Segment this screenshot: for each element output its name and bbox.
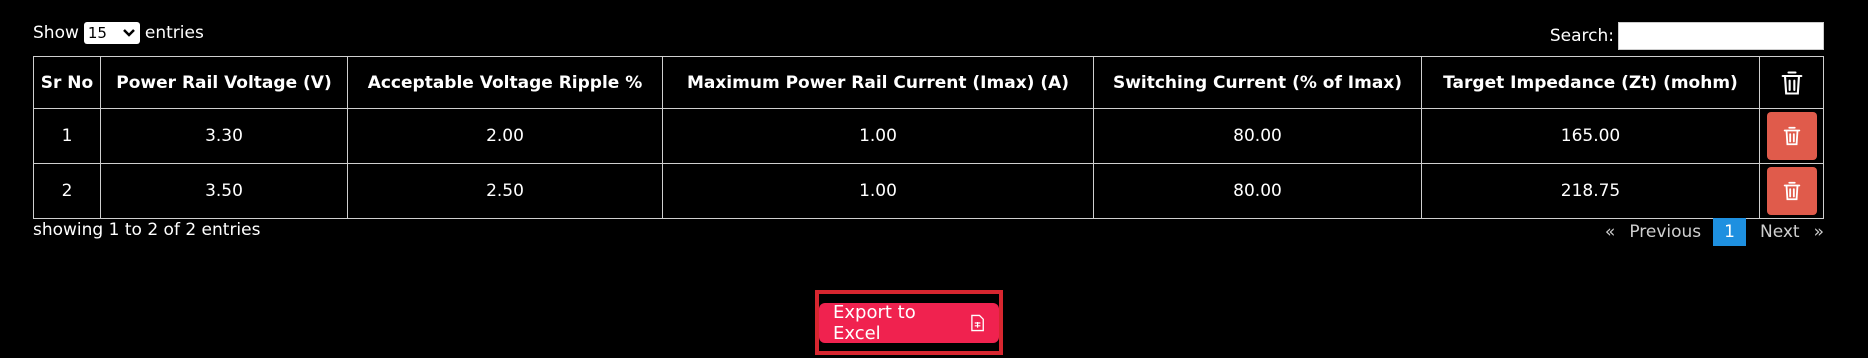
search-label: Search: [1549, 26, 1614, 46]
entries-select[interactable]: 15 [83, 22, 140, 44]
trash-icon[interactable] [1778, 69, 1806, 97]
export-label: Export to Excel [833, 301, 916, 344]
column-header[interactable]: Power Rail Voltage (V) [100, 56, 348, 109]
column-header[interactable]: Maximum Power Rail Current (Imax) (A) [662, 56, 1094, 109]
cell-ripple: 2.50 [347, 163, 663, 219]
table-row: 2 3.50 2.50 1.00 80.00 218.75 [33, 163, 1824, 219]
cell-switching-current: 80.00 [1093, 163, 1422, 219]
cell-actions [1759, 108, 1824, 164]
export-highlight-frame: Export to Excel [815, 290, 1003, 355]
cell-imax: 1.00 [662, 163, 1094, 219]
cell-sr-no: 2 [33, 163, 101, 219]
data-table: Sr No Power Rail Voltage (V) Acceptable … [33, 56, 1824, 219]
table-controls: Show 15 entries Search: [33, 20, 1824, 50]
column-header[interactable]: Sr No [33, 56, 101, 109]
page-1-link[interactable]: 1 [1713, 218, 1746, 246]
cell-actions [1759, 163, 1824, 219]
cell-imax: 1.00 [662, 108, 1094, 164]
column-header[interactable]: Switching Current (% of Imax) [1093, 56, 1422, 109]
trash-icon [1783, 181, 1800, 201]
cell-switching-current: 80.00 [1093, 108, 1422, 164]
spreadsheet-file-icon [971, 314, 984, 331]
last-page-link[interactable]: » [1814, 222, 1824, 242]
cell-target-impedance: 218.75 [1421, 163, 1760, 219]
column-header[interactable]: Target Impedance (Zt) (mohm) [1421, 56, 1760, 109]
first-page-link[interactable]: « [1605, 222, 1615, 242]
delete-all-header[interactable] [1759, 56, 1824, 109]
column-header[interactable]: Acceptable Voltage Ripple % [347, 56, 663, 109]
table-info: showing 1 to 2 of 2 entries [33, 220, 261, 240]
table-header-row: Sr No Power Rail Voltage (V) Acceptable … [33, 56, 1824, 109]
export-to-excel-button[interactable]: Export to Excel [819, 301, 999, 344]
delete-row-button[interactable] [1766, 167, 1817, 215]
chevron-down-icon [122, 29, 135, 37]
entries-label: entries [144, 23, 204, 43]
cell-sr-no: 1 [33, 108, 101, 164]
cell-target-impedance: 165.00 [1421, 108, 1760, 164]
next-page-link[interactable]: Next [1760, 222, 1800, 242]
search-input[interactable] [1618, 22, 1824, 50]
entries-select-value: 15 [87, 24, 107, 42]
table-row: 1 3.30 2.00 1.00 80.00 165.00 [33, 108, 1824, 164]
pagination: « Previous 1 Next » [1591, 218, 1824, 246]
show-label: Show [33, 23, 79, 43]
previous-page-link[interactable]: Previous [1629, 222, 1701, 242]
delete-row-button[interactable] [1766, 112, 1817, 160]
length-menu: Show 15 entries [33, 22, 204, 44]
cell-voltage: 3.50 [100, 163, 348, 219]
trash-icon [1783, 126, 1800, 146]
cell-voltage: 3.30 [100, 108, 348, 164]
search-box: Search: [1550, 22, 1824, 50]
cell-ripple: 2.00 [347, 108, 663, 164]
